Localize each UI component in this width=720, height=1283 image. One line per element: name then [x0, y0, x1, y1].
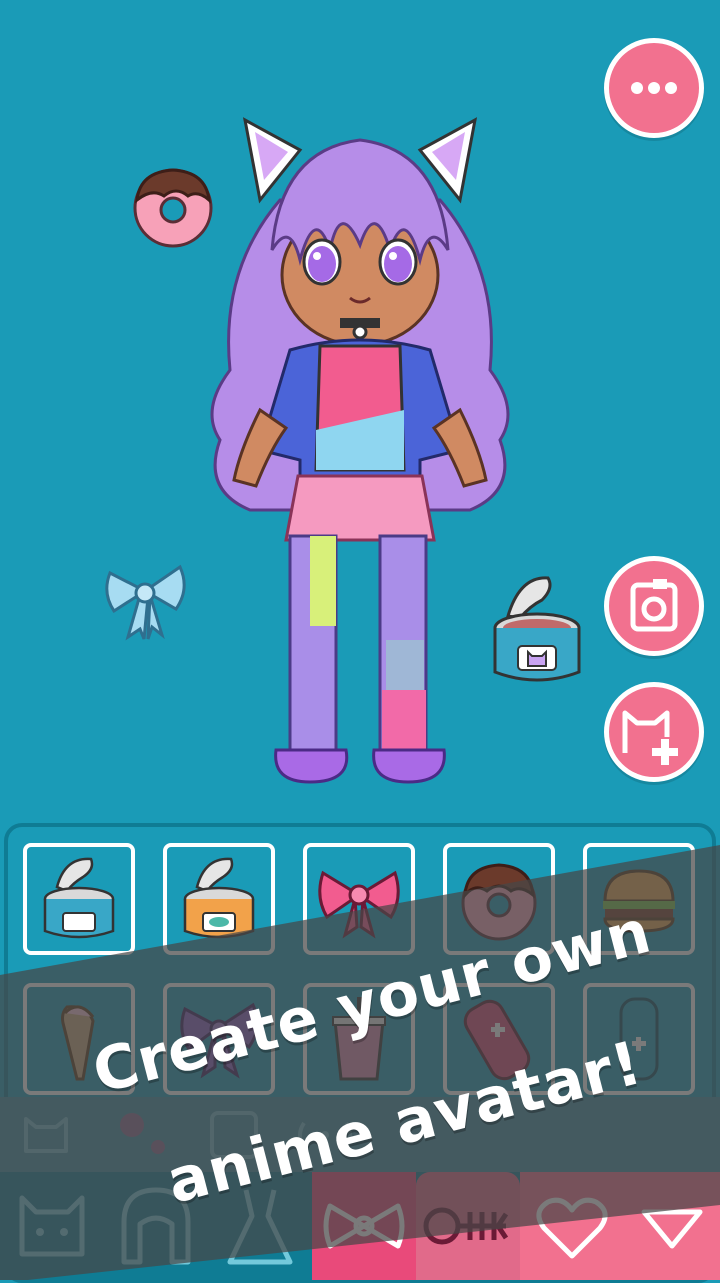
cat-face-icon	[19, 1195, 85, 1257]
item-slot-pink-bow[interactable]	[303, 843, 415, 955]
fish-bone-icon	[423, 1207, 509, 1245]
blue-bow-sticker[interactable]	[100, 553, 190, 643]
bow-icon	[318, 870, 400, 939]
tab-body[interactable]	[0, 1172, 104, 1280]
new-avatar-button[interactable]	[604, 682, 704, 782]
triangle-down-icon	[641, 1209, 703, 1249]
tab-collapse[interactable]	[624, 1172, 720, 1280]
avatar-character[interactable]	[190, 110, 530, 790]
heart-icon	[536, 1197, 608, 1259]
tab-favorites[interactable]	[520, 1172, 624, 1280]
tab-accessory[interactable]	[312, 1172, 416, 1280]
can-icon	[183, 857, 255, 939]
cat-plus-icon	[622, 710, 678, 765]
cat-face-icon[interactable]	[16, 1107, 86, 1163]
can-icon	[43, 857, 115, 939]
item-slot-cat-food-can-fish[interactable]	[163, 843, 275, 955]
camera-icon	[630, 579, 678, 632]
camera-button[interactable]	[604, 556, 704, 656]
tab-items[interactable]	[416, 1172, 520, 1280]
menu-button[interactable]	[604, 38, 704, 138]
item-slot-cat-food-can-pink[interactable]	[23, 843, 135, 955]
bow-icon	[323, 1203, 405, 1249]
more-dots-icon	[631, 82, 677, 94]
